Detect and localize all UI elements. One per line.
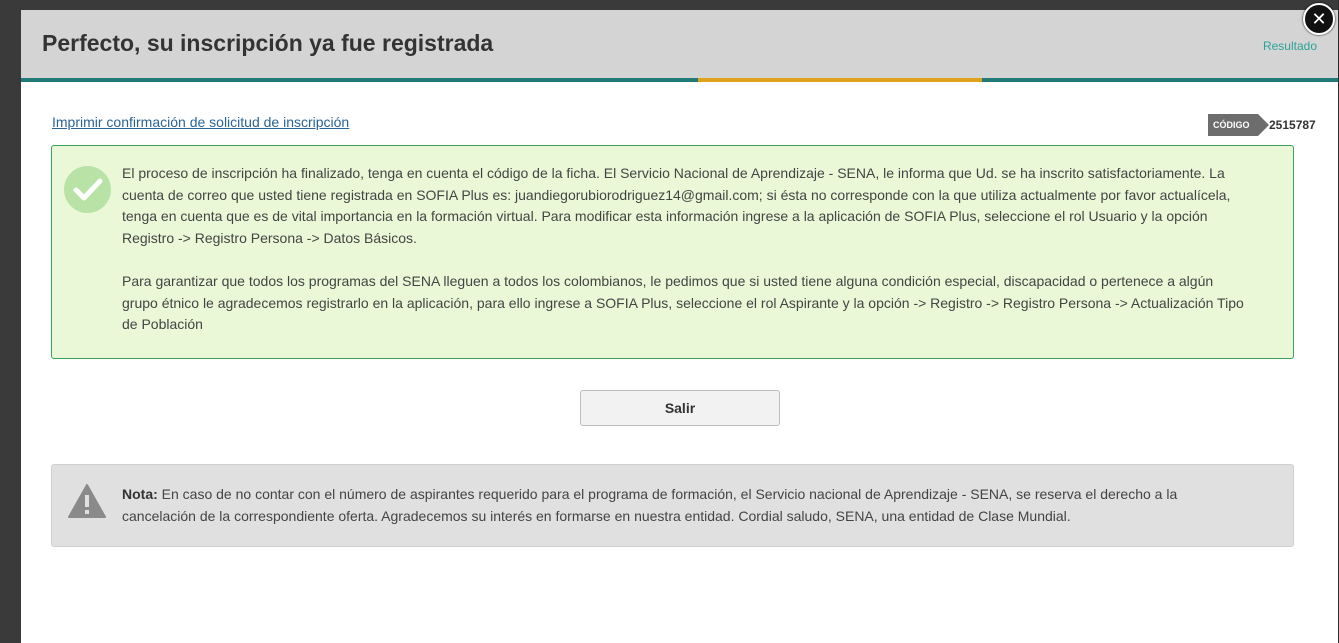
note-label: Nota: [122, 486, 158, 502]
check-circle-icon [64, 166, 111, 213]
note-text: Nota: En caso de no contar con el número… [122, 483, 1232, 527]
success-paragraph-2: Para garantizar que todos los programas … [122, 273, 1244, 332]
note-box: Nota: En caso de no contar con el número… [51, 464, 1294, 547]
exit-button[interactable]: Salir [580, 390, 780, 426]
modal-title: Perfecto, su inscripción ya fue registra… [42, 30, 494, 56]
step-label: Resultado [1262, 39, 1317, 53]
code-value: 2515787 [1269, 118, 1316, 132]
header-progress-accent [698, 78, 982, 82]
note-body: En caso de no contar con el número de as… [122, 486, 1178, 524]
warning-icon [67, 483, 107, 524]
close-button[interactable]: ✕ [1303, 3, 1335, 35]
success-message-box: El proceso de inscripción ha finalizado,… [51, 145, 1294, 359]
code-label: CÓDIGO [1208, 114, 1269, 136]
print-confirmation-link[interactable]: Imprimir confirmación de solicitud de in… [52, 114, 349, 130]
close-icon: ✕ [1311, 9, 1327, 29]
success-paragraph-1: El proceso de inscripción ha finalizado,… [122, 165, 1231, 246]
modal-header: Perfecto, su inscripción ya fue registra… [21, 10, 1338, 78]
header-progress-bar [21, 78, 1338, 82]
